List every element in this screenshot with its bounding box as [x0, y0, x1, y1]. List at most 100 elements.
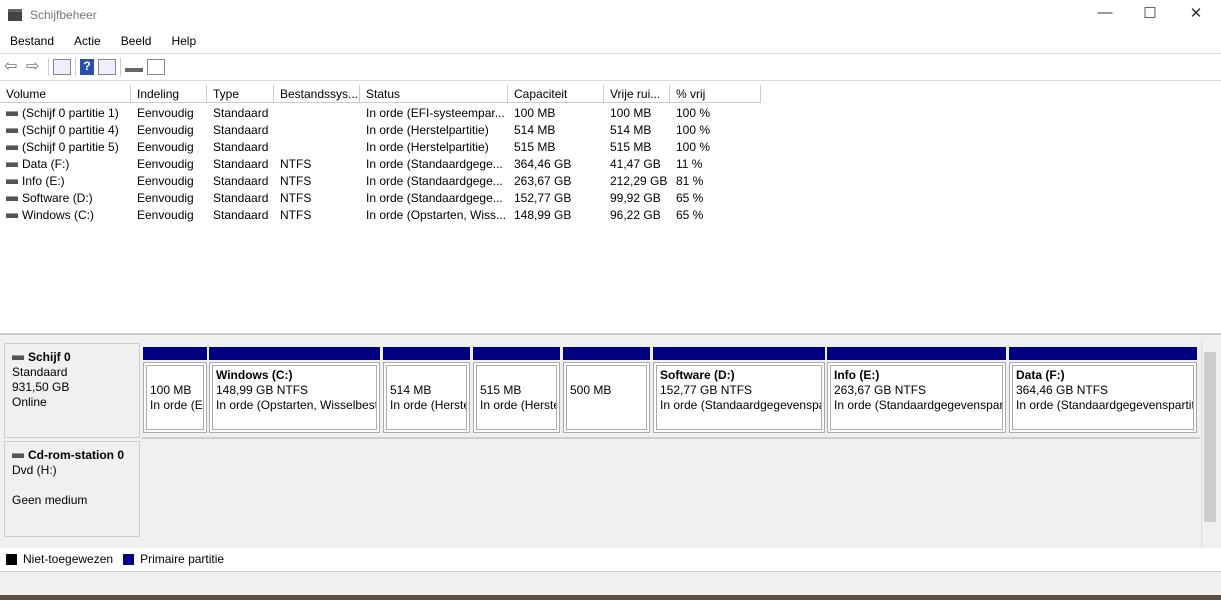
col-volume[interactable]: Volume — [0, 85, 131, 103]
cell-2: Standaard — [207, 106, 274, 120]
cell-text: 41,47 GB — [610, 156, 661, 171]
minimize-button[interactable]: — — [1082, 4, 1128, 26]
cell-2: Standaard — [207, 191, 274, 205]
cell-text: 81 % — [676, 173, 704, 188]
back-icon[interactable]: ⇦ — [4, 59, 22, 75]
menu-help[interactable]: Help — [161, 34, 206, 48]
help-icon[interactable]: ? — [80, 59, 94, 75]
partition-info: Info (E:) 263,67 GB NTFS In orde (Standaar… — [830, 365, 1003, 430]
cdrom-label[interactable]: Cd-rom-station 0 Dvd (H:) Geen medium — [4, 441, 140, 537]
col-vrije-ruimte[interactable]: Vrije rui... — [604, 85, 670, 103]
col-bestandssysteem[interactable]: Bestandssys... — [274, 85, 360, 103]
partition-info: 100 MB In orde (E — [146, 365, 204, 430]
properties-icon[interactable] — [147, 59, 165, 75]
volume-row[interactable]: Software (D:) Eenvoudig Standaard NTFS In or… — [0, 189, 761, 206]
cell-7: 65 % — [670, 208, 761, 222]
toolbar-divider — [0, 80, 1221, 81]
partition-info: Windows (C:) 148,99 GB NTFS In orde (Opsta… — [212, 365, 377, 430]
cell-5: 364,46 GB — [508, 157, 604, 171]
partition-status: In orde (Opstarten, Wisselbest — [216, 398, 377, 412]
partition-box: Windows (C:) 148,99 GB NTFS In orde (Opsta… — [209, 362, 380, 433]
partition-name — [390, 368, 463, 383]
cell-5: 148,99 GB — [508, 208, 604, 222]
cell-text: Info (E:) — [22, 173, 65, 188]
volume-icon — [6, 195, 18, 201]
partition-size: 152,77 GB NTFS — [660, 383, 753, 397]
col-procent-vrij[interactable]: % vrij — [670, 85, 761, 103]
partition-box: Data (F:) 364,46 GB NTFS In orde (Standaar… — [1009, 362, 1197, 433]
cell-7: 65 % — [670, 191, 761, 205]
cell-3: NTFS — [274, 157, 360, 171]
desktop-strip — [0, 595, 1221, 600]
maximize-button[interactable]: ☐ — [1127, 4, 1173, 26]
connect-icon[interactable] — [125, 62, 143, 72]
volume-icon — [6, 212, 18, 218]
partition-status: In orde (E — [150, 398, 203, 412]
cell-text: In orde (Herstelpartitie) — [366, 122, 489, 137]
partition-block[interactable]: Windows (C:) 148,99 GB NTFS In orde (Opsta… — [209, 347, 380, 433]
forward-icon[interactable]: ⇨ — [26, 59, 44, 75]
cdrom-icon — [12, 453, 24, 459]
cell-1: Eenvoudig — [131, 123, 207, 137]
partition-size: 364,46 GB NTFS — [1016, 383, 1109, 397]
col-capaciteit[interactable]: Capaciteit — [508, 85, 604, 103]
close-button[interactable]: ✕ — [1173, 4, 1219, 26]
volume-row[interactable]: Info (E:) Eenvoudig Standaard NTFS In orde (… — [0, 172, 761, 189]
cell-text: 148,99 GB — [514, 207, 572, 222]
scrollbar-thumb[interactable] — [1204, 352, 1216, 522]
partition-band — [143, 347, 207, 360]
console-tree-icon[interactable] — [53, 59, 71, 75]
partition-block[interactable]: 500 MB — [563, 347, 650, 433]
cell-text: Data (F:) — [22, 156, 70, 171]
legend-swatch-unallocated — [6, 553, 17, 565]
cell-2: Standaard — [207, 174, 274, 188]
partition-name: Software (D:) — [660, 368, 735, 382]
partition-info: Software (D:) 152,77 GB NTFS In orde (Stan… — [656, 365, 822, 430]
menu-actie[interactable]: Actie — [64, 34, 111, 48]
partition-size: 500 MB — [570, 383, 612, 397]
col-status[interactable]: Status — [360, 85, 508, 103]
cell-text: 364,46 GB — [514, 156, 572, 171]
cell-6: 100 MB — [604, 106, 670, 120]
cell-0: (Schijf 0 partitie 5) — [0, 140, 131, 154]
vertical-scrollbar[interactable] — [1201, 340, 1218, 548]
cell-4: In orde (Herstelpartitie) — [360, 123, 508, 137]
window-title: Schijfbeheer — [30, 8, 97, 22]
cell-text: 515 MB — [610, 139, 652, 154]
cell-4: In orde (Standaardgege... — [360, 191, 508, 205]
partition-block[interactable]: 515 MB In orde (Herste — [473, 347, 560, 433]
partition-block[interactable]: Data (F:) 364,46 GB NTFS In orde (Standaar… — [1009, 347, 1197, 433]
cell-text: 100 % — [676, 122, 711, 137]
volume-row[interactable]: Data (F:) Eenvoudig Standaard NTFS In orde (… — [0, 155, 761, 172]
cell-text: Standaard — [213, 139, 269, 154]
cell-7: 11 % — [670, 157, 761, 171]
cell-text: 514 MB — [610, 122, 652, 137]
cell-5: 100 MB — [508, 106, 604, 120]
partition-block[interactable]: 100 MB In orde (E — [143, 347, 207, 433]
cell-text: Standaard — [213, 190, 269, 205]
action-pane-icon[interactable] — [98, 59, 116, 75]
cell-text: (Schijf 0 partitie 5) — [22, 139, 119, 154]
volume-row[interactable]: (Schijf 0 partitie 1) Eenvoudig Standaard I… — [0, 104, 761, 121]
cell-7: 100 % — [670, 123, 761, 137]
col-indeling[interactable]: Indeling — [131, 85, 207, 103]
partition-block[interactable]: 514 MB In orde (Herste — [383, 347, 470, 433]
partition-size: 100 MB — [150, 383, 192, 397]
cell-text: 11 % — [676, 156, 703, 171]
partition-status: In orde (Standaardgegevenspartit — [1016, 398, 1194, 412]
menu-bestand[interactable]: Bestand — [0, 34, 64, 48]
volume-row[interactable]: Windows (C:) Eenvoudig Standaard NTFS In ord… — [0, 206, 761, 223]
cdrom-state: Geen medium — [12, 493, 88, 507]
disk-state: Online — [12, 395, 47, 409]
menu-beeld[interactable]: Beeld — [111, 34, 162, 48]
partition-name — [480, 368, 553, 383]
toolbar-separator — [75, 58, 76, 76]
volume-row[interactable]: (Schijf 0 partitie 4) Eenvoudig Standaard I… — [0, 121, 761, 138]
partition-block[interactable]: Info (E:) 263,67 GB NTFS In orde (Standaar… — [827, 347, 1006, 433]
partition-block[interactable]: Software (D:) 152,77 GB NTFS In orde (Stan… — [653, 347, 825, 433]
disk-0-label[interactable]: Schijf 0 Standaard 931,50 GB Online — [4, 343, 140, 438]
col-type[interactable]: Type — [207, 85, 274, 103]
volume-row[interactable]: (Schijf 0 partitie 5) Eenvoudig Standaard I… — [0, 138, 761, 155]
cell-text: NTFS — [280, 156, 312, 171]
cell-text: In orde (Opstarten, Wiss... — [366, 207, 507, 222]
